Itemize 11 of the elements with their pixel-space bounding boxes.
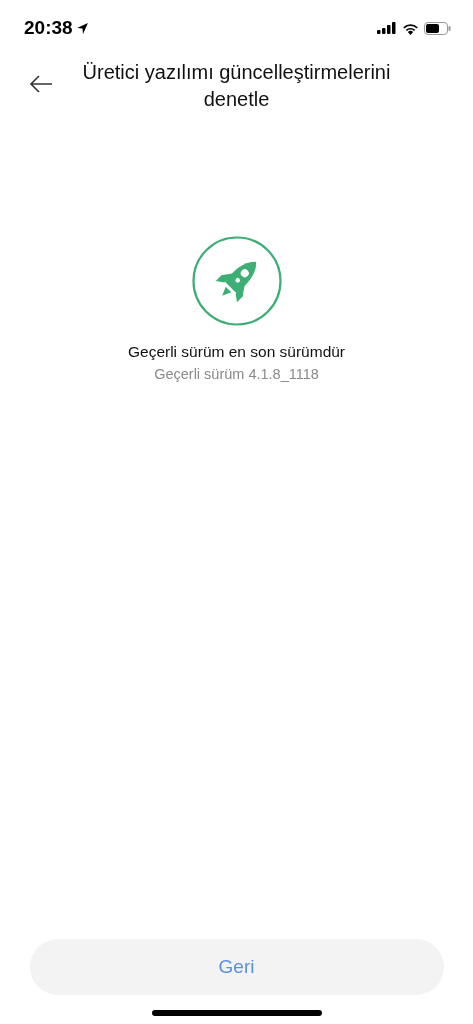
back-arrow-icon[interactable] bbox=[29, 75, 53, 93]
page-title: Üretici yazılımı güncelleştirmelerini denetle bbox=[81, 60, 392, 112]
battery-icon bbox=[424, 21, 451, 35]
back-button[interactable]: Geri bbox=[29, 939, 444, 995]
status-time: 20:38 bbox=[24, 17, 73, 39]
wifi-icon bbox=[402, 21, 419, 35]
signal-icon bbox=[377, 22, 397, 34]
version-text: Geçerli sürüm 4.1.8_1118 bbox=[154, 366, 319, 382]
rocket-icon bbox=[191, 236, 282, 326]
status-message: Geçerli sürüm en son sürümdür bbox=[127, 343, 346, 361]
location-arrow-icon bbox=[75, 21, 89, 35]
